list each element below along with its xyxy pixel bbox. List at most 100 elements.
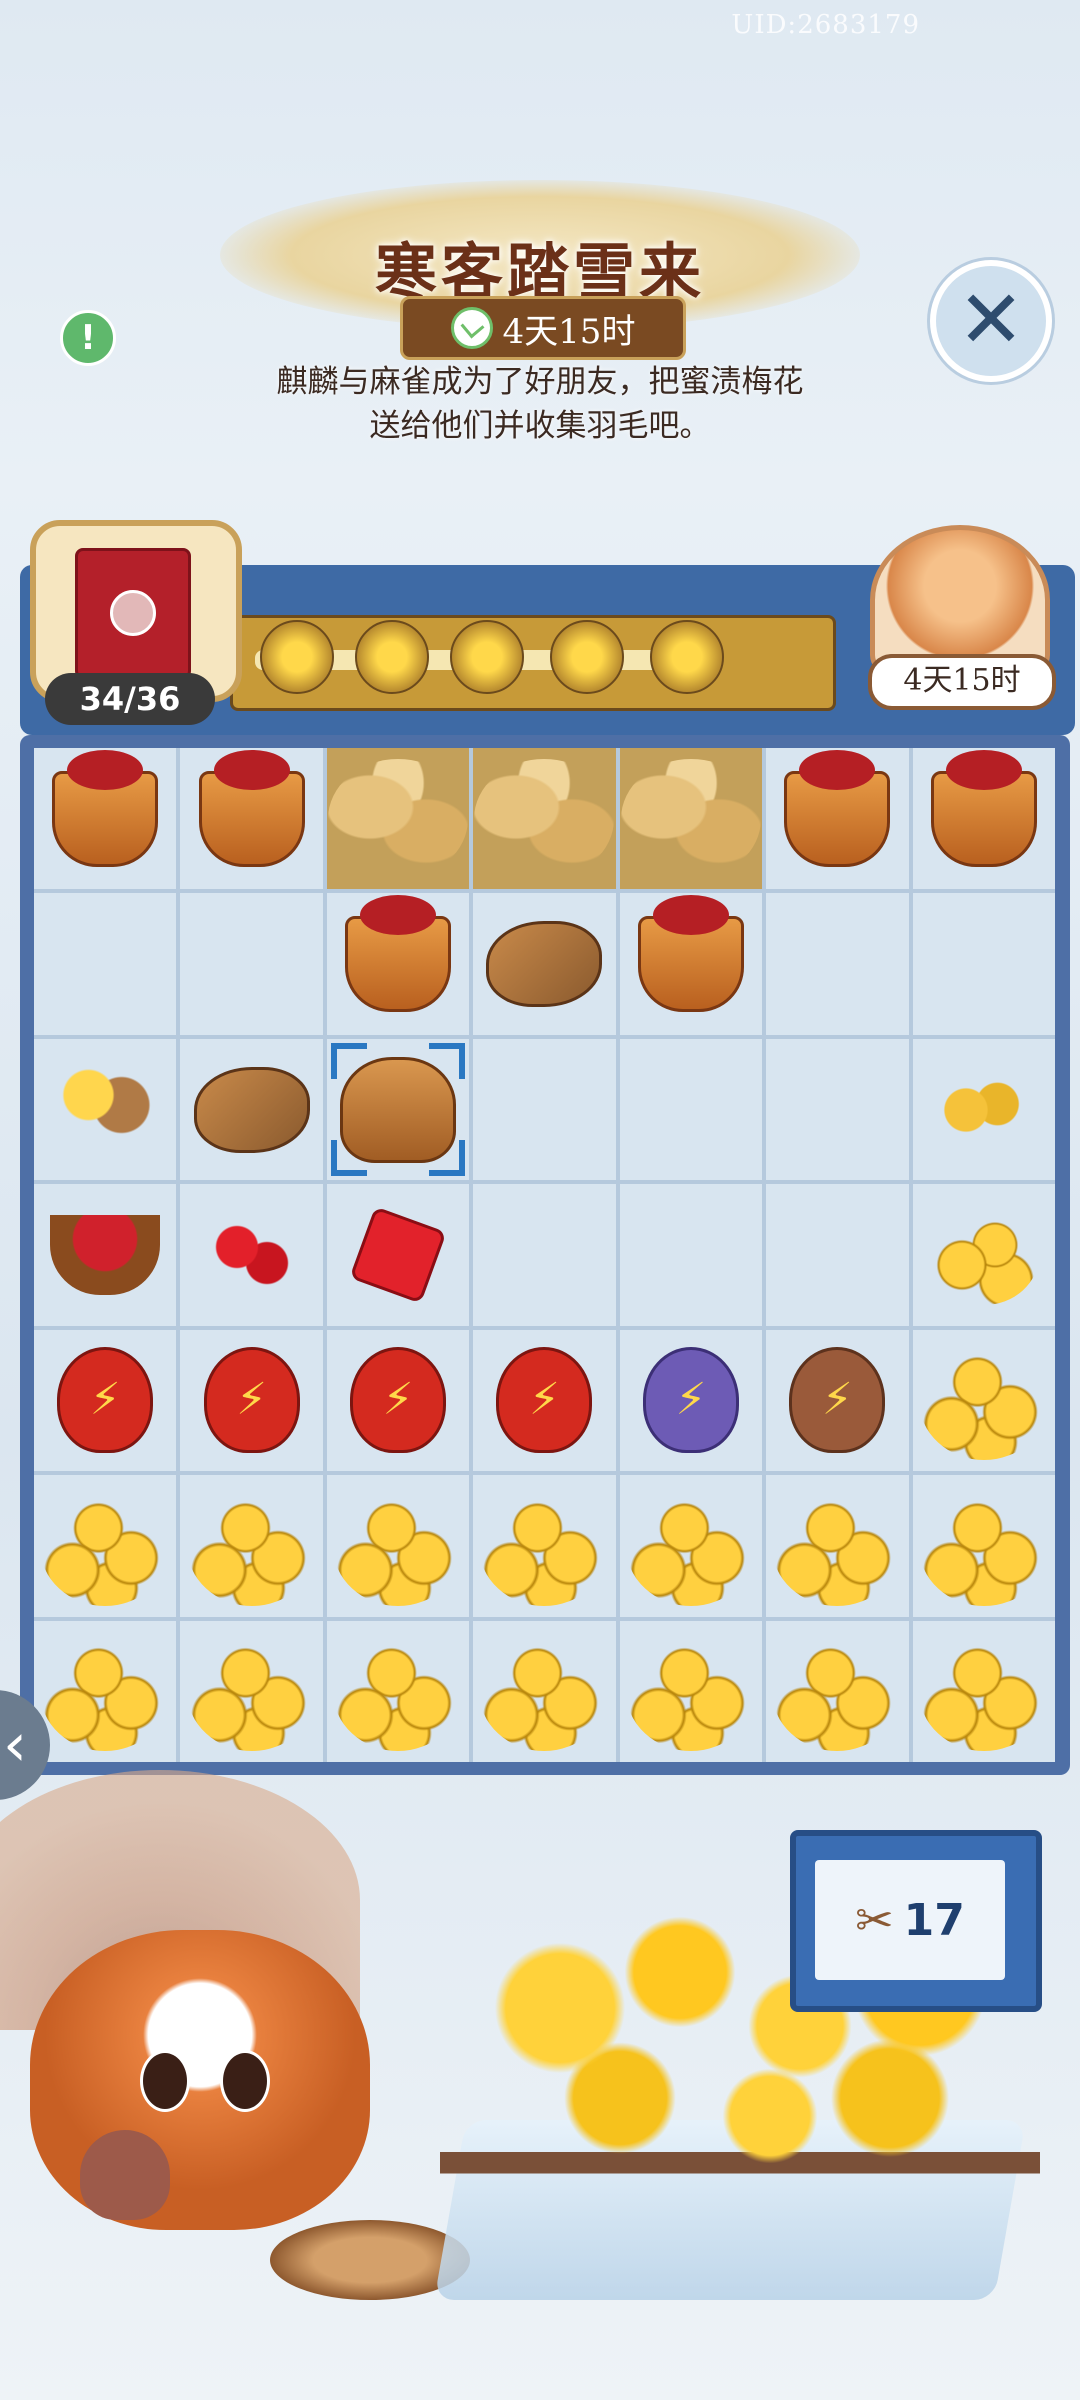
coin-pile-icon[interactable]: [479, 1631, 610, 1752]
flower-basket-icon[interactable]: [52, 749, 159, 867]
grid-cell-selected[interactable]: [326, 1038, 470, 1181]
grid-cell[interactable]: [473, 1475, 616, 1617]
grid-cell[interactable]: ⚡: [180, 1329, 323, 1472]
energy-gourd-brown-icon[interactable]: ⚡: [789, 1347, 886, 1454]
flower-buds-icon[interactable]: [938, 1079, 1029, 1140]
grid-cell[interactable]: [34, 748, 177, 890]
grid-cell[interactable]: [766, 1475, 909, 1617]
coin-pile-icon[interactable]: [333, 1485, 464, 1606]
flower-bowl-4-icon[interactable]: [550, 620, 624, 694]
selection-frame: [330, 1042, 466, 1177]
flower-basket-icon[interactable]: [198, 749, 305, 867]
coin-pile-icon[interactable]: [772, 1631, 903, 1752]
grid-cell[interactable]: [326, 1620, 470, 1762]
red-gems-icon[interactable]: [201, 1214, 302, 1295]
coin-pile-icon[interactable]: [40, 1631, 171, 1752]
grid-cell-locked: [326, 748, 470, 890]
coin-pile-icon[interactable]: [186, 1485, 317, 1606]
energy-gourd-red-icon[interactable]: ⚡: [57, 1347, 154, 1454]
grid-cell[interactable]: [912, 1329, 1055, 1472]
grid-cell[interactable]: [766, 1184, 909, 1326]
grid-cell[interactable]: [473, 1038, 616, 1181]
grid-cell[interactable]: ⚡: [473, 1329, 616, 1472]
sparrow-icon[interactable]: [193, 1066, 310, 1153]
flower-basket-icon[interactable]: [784, 749, 891, 867]
flower-bowl-2-icon[interactable]: [355, 620, 429, 694]
grid-cell[interactable]: [180, 1475, 323, 1617]
energy-gourd-red-icon[interactable]: ⚡: [203, 1347, 300, 1454]
info-button[interactable]: !: [60, 310, 116, 366]
grid-cell[interactable]: [619, 893, 763, 1035]
grid-cell[interactable]: [180, 1038, 323, 1181]
grid-cell[interactable]: [34, 1184, 177, 1326]
grid-cell[interactable]: [912, 1620, 1055, 1762]
envelope-seal-icon: [110, 590, 156, 636]
coin-stack-icon[interactable]: [928, 1204, 1039, 1305]
coin-pile-icon[interactable]: [479, 1485, 610, 1606]
flower-basket-icon[interactable]: [637, 895, 744, 1013]
grid-cell[interactable]: [326, 893, 470, 1035]
rose-bowl-icon[interactable]: [50, 1214, 161, 1295]
grid-cell[interactable]: [912, 1038, 1055, 1181]
fox-eye-icon: [140, 2050, 190, 2112]
grid-cell[interactable]: ⚡: [34, 1329, 177, 1472]
grid-cell[interactable]: [473, 893, 616, 1035]
flower-bowl-3-icon[interactable]: [450, 620, 524, 694]
coin-pile-icon[interactable]: [186, 1631, 317, 1752]
grid-cell[interactable]: [326, 1184, 470, 1326]
coin-pile-icon[interactable]: [772, 1485, 903, 1606]
coin-pile-icon[interactable]: [40, 1485, 171, 1606]
grid-cell[interactable]: [766, 1620, 909, 1762]
coin-pile-icon[interactable]: [918, 1631, 1049, 1752]
event-timer-text: 4天15时: [502, 311, 636, 352]
cat-portrait-icon[interactable]: [870, 525, 1050, 675]
flower-bowl-1-icon[interactable]: [260, 620, 334, 694]
coin-pile-icon[interactable]: [918, 1485, 1049, 1606]
sparrow-on-branch-icon[interactable]: [50, 1059, 161, 1160]
grid-cell[interactable]: [912, 1184, 1055, 1326]
grid-cell[interactable]: [912, 893, 1055, 1035]
close-button[interactable]: ✕: [930, 260, 1052, 382]
grid-cell[interactable]: [34, 893, 177, 1035]
grid-cell[interactable]: [619, 1620, 763, 1762]
grid-cell[interactable]: [34, 1038, 177, 1181]
sparrow-icon[interactable]: [486, 921, 603, 1008]
grid-cell[interactable]: [912, 1475, 1055, 1617]
grid-cell[interactable]: [473, 1620, 616, 1762]
red-gem-icon[interactable]: [349, 1206, 447, 1304]
grid-cell[interactable]: ⚡: [619, 1329, 763, 1472]
teapot-icon: [80, 2130, 170, 2220]
grid-cell[interactable]: [619, 1184, 763, 1326]
flower-basket-icon[interactable]: [345, 895, 452, 1013]
grid-cell[interactable]: [912, 748, 1055, 890]
grid-cell[interactable]: ⚡: [766, 1329, 909, 1472]
grid-cell[interactable]: ⚡: [326, 1329, 470, 1472]
flower-basket-icon[interactable]: [930, 749, 1037, 867]
grid-cell[interactable]: [180, 1620, 323, 1762]
coin-pile-icon[interactable]: [625, 1485, 756, 1606]
grid-cell[interactable]: [34, 1475, 177, 1617]
energy-gourd-purple-icon[interactable]: ⚡: [642, 1347, 739, 1454]
grid-cell[interactable]: [473, 1184, 616, 1326]
flower-bowl-5-icon[interactable]: [650, 620, 724, 694]
coin-pile-icon[interactable]: [918, 1340, 1049, 1461]
grid-cell[interactable]: [180, 893, 323, 1035]
grid-cell[interactable]: [766, 893, 909, 1035]
grid-cell[interactable]: [180, 1184, 323, 1326]
grid-cell[interactable]: [326, 1475, 470, 1617]
coin-pile-icon[interactable]: [333, 1631, 464, 1752]
grid-cell[interactable]: [34, 1620, 177, 1762]
grid-cell[interactable]: [766, 748, 909, 890]
energy-gourd-red-icon[interactable]: ⚡: [496, 1347, 593, 1454]
reward-timer: 4天15时: [868, 654, 1056, 710]
energy-gourd-red-icon[interactable]: ⚡: [350, 1347, 447, 1454]
grid-cell[interactable]: [180, 748, 323, 890]
grid-cell[interactable]: [766, 1038, 909, 1181]
shears-count: 17: [903, 1894, 965, 1946]
grid-cell-locked: [473, 748, 616, 890]
collection-counter: 34/36: [45, 673, 215, 725]
uid-label: UID:2683179: [731, 10, 920, 40]
grid-cell[interactable]: [619, 1038, 763, 1181]
grid-cell[interactable]: [619, 1475, 763, 1617]
coin-pile-icon[interactable]: [625, 1631, 756, 1752]
